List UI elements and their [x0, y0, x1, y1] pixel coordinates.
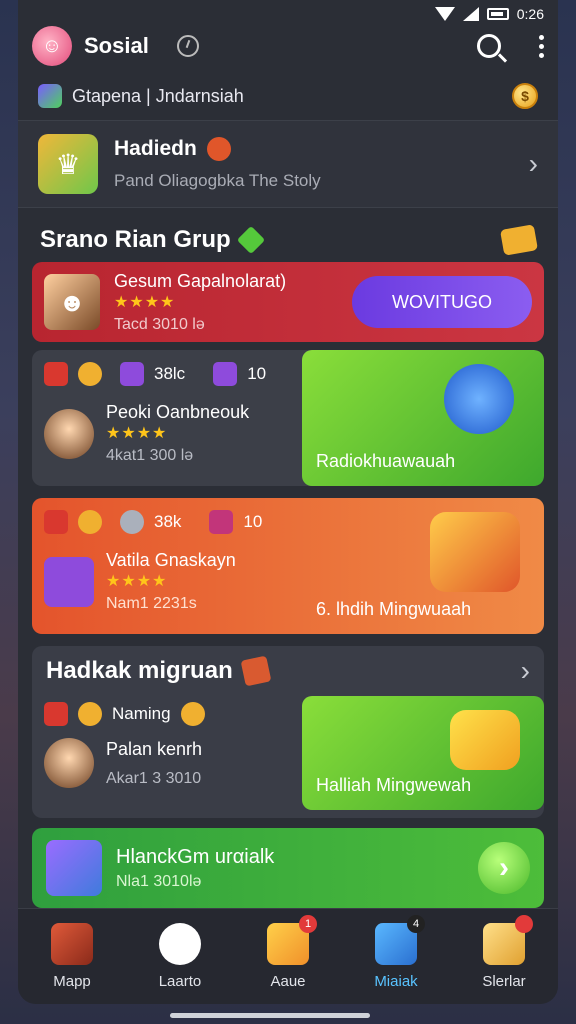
member-meta: Akar1 3 3010 — [106, 769, 202, 787]
stat-points: 38lc — [154, 364, 186, 383]
banner-title: Hadiedn — [114, 136, 197, 160]
signal-icon — [462, 7, 479, 21]
nav-label: Slerlar — [482, 973, 526, 990]
banner-subtitle: Pand Oliagogbka The Stoly — [114, 171, 321, 191]
stat-points: 38k — [154, 512, 182, 531]
app-logo[interactable]: ☺ — [32, 26, 72, 66]
flag-icon — [44, 362, 68, 386]
play-icon: 1 — [267, 915, 317, 965]
bottom-nav: Mapp Laarto 1 Aaue 4 Miaiak Slerlar — [18, 908, 558, 1004]
chevron-right-icon[interactable]: › — [521, 655, 530, 687]
clock-icon[interactable] — [176, 35, 199, 57]
shield-badge-icon — [444, 364, 514, 434]
rating-stars: ★★★★ — [106, 425, 168, 442]
section-header[interactable]: Hadkak migruan › — [32, 646, 544, 696]
home-indicator[interactable] — [170, 1013, 370, 1018]
reward-panel[interactable]: Radiokhuawauah — [302, 350, 544, 486]
map-icon — [51, 923, 93, 965]
member-name: Palan kenrh — [106, 738, 203, 759]
coin-icon[interactable]: $ — [512, 83, 538, 109]
go-button[interactable]: › — [478, 842, 530, 894]
arrow-icon — [78, 510, 102, 534]
notification-badge: 4 — [407, 915, 425, 933]
chat-icon — [159, 923, 201, 965]
reward-panel[interactable]: 6. lhdih Mingwuaah — [302, 498, 544, 634]
reward-panel-label: Radiokhuawauah — [316, 451, 456, 471]
notification-badge: 1 — [299, 915, 317, 933]
event-banner[interactable]: ♛ Hadiedn Pand Oliagogbka The Stoly › — [18, 120, 558, 208]
notification-badge — [515, 915, 533, 933]
member-avatar — [44, 408, 94, 459]
ticket-icon[interactable] — [500, 224, 538, 256]
promo-title: HlanckGm urαialk — [116, 845, 275, 868]
member-meta: Nam1 2231s — [106, 595, 197, 612]
group-card-orange[interactable]: 38k 10 Vatila Gnaskayn ★★★★ Nam1 2231s 6… — [32, 498, 544, 634]
promo-meta: Nla1 3010lə — [116, 872, 202, 890]
mission-panel-label: Halliah Mingwewah — [316, 775, 472, 795]
arrow-badge-icon — [450, 710, 520, 770]
nav-item-social[interactable]: 4 Miaiak — [348, 915, 444, 990]
section-title: Hadkak migruan — [46, 657, 233, 684]
member-name: Gesum Gapalnolarat) — [114, 270, 287, 291]
group-icon — [38, 84, 62, 108]
stat-count: 10 — [247, 364, 267, 383]
stat-count: 10 — [243, 512, 263, 531]
member-avatar — [44, 738, 94, 788]
nav-label: Laarto — [158, 973, 202, 990]
app-title: Sosial — [84, 33, 149, 58]
silver-coin-icon — [120, 510, 144, 534]
gem-icon — [236, 225, 265, 255]
coin-icon — [78, 702, 102, 726]
smile-icon — [180, 702, 205, 726]
mission-label: Naming — [112, 704, 171, 723]
group-card-green[interactable]: 38lc 10 Peoki Oanbneouk ★★★★ 4kat1 300 l… — [32, 350, 544, 486]
group-card-red[interactable]: ☻ Gesum Gapalnolarat) ★★★★ Tacd 3010 lə … — [32, 262, 544, 342]
pencil-icon — [120, 362, 144, 386]
chevron-right-icon[interactable]: › — [529, 148, 538, 180]
group-icon: 4 — [375, 915, 425, 965]
star-badge-icon — [430, 512, 520, 592]
nav-label: Miaiak — [374, 973, 418, 990]
member-avatar — [44, 556, 94, 607]
nav-item-map[interactable]: Mapp — [24, 923, 120, 990]
status-time: 0:26 — [516, 6, 544, 22]
member-meta: 4kat1 300 lə — [106, 447, 194, 464]
nav-label: Mapp — [53, 973, 91, 990]
badge-icon — [209, 510, 234, 534]
profile-icon — [483, 915, 533, 965]
group-subbar[interactable]: Gtapena | Jndarnsiah $ — [18, 76, 558, 116]
box-icon — [240, 655, 272, 687]
nav-item-play[interactable]: 1 Aaue — [240, 915, 336, 990]
app-screen: 0:26 ☺ Sosial Gtapena | Jndarnsiah $ ♛ H… — [18, 0, 558, 1004]
box-icon — [44, 702, 68, 726]
banner-character-icon: ♛ — [38, 134, 98, 194]
promo-card[interactable]: HlanckGm urαialk Nla1 3010lə › — [32, 828, 544, 908]
member-meta: Tacd 3010 lə — [114, 315, 205, 333]
wifi-icon — [434, 7, 455, 21]
group-subbar-text: Gtapena | Jndarnsiah — [72, 85, 244, 106]
section-header-group: Srano Rian Grup — [18, 220, 558, 260]
flag-icon — [44, 510, 68, 534]
rating-stars: ★★★★ — [106, 573, 168, 590]
app-bar: ☺ Sosial — [18, 22, 558, 70]
nav-item-profile[interactable]: Slerlar — [456, 915, 552, 990]
fire-badge-icon — [206, 137, 231, 162]
more-menu-icon[interactable] — [539, 34, 544, 58]
search-icon[interactable] — [477, 34, 501, 58]
coin-icon — [78, 362, 102, 386]
mission-panel[interactable]: Halliah Mingwewah — [302, 696, 544, 810]
join-button[interactable]: WOVITUGO — [352, 276, 532, 328]
section-title: Srano Rian Grup — [40, 226, 231, 253]
promo-icon — [46, 840, 102, 896]
nav-label: Aaue — [270, 973, 306, 990]
battery-icon — [486, 8, 509, 20]
gift-icon — [213, 362, 238, 386]
rating-stars: ★★★★ — [114, 293, 176, 311]
nav-item-chat[interactable]: Laarto — [132, 923, 228, 990]
member-avatar: ☻ — [44, 274, 100, 330]
member-name: Peoki Oanbneouk — [106, 402, 250, 422]
section-missions: Hadkak migruan › Naming Palan kenrh Akar… — [32, 646, 544, 818]
member-name: Vatila Gnaskayn — [106, 550, 236, 570]
reward-panel-label: 6. lhdih Mingwuaah — [316, 599, 472, 619]
